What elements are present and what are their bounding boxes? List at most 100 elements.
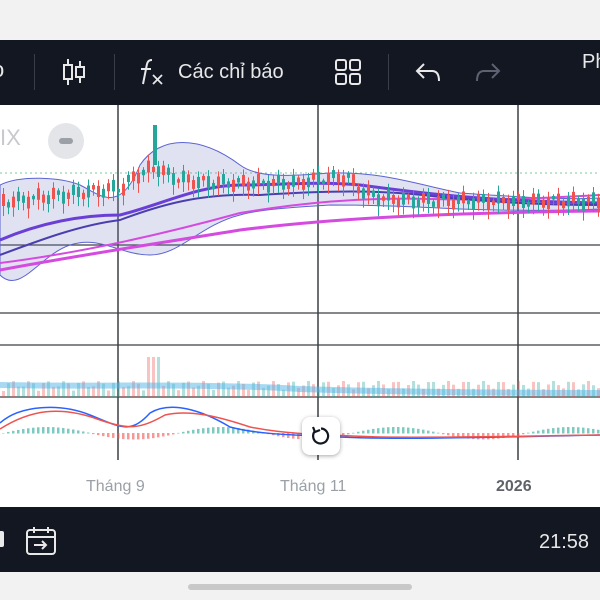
candle-body: [592, 192, 595, 204]
candle-body: [542, 199, 545, 208]
macd-histogram-bar: [402, 427, 405, 434]
macd-histogram-bar: [42, 427, 45, 434]
candle-body: [87, 185, 90, 198]
candle-body: [252, 180, 255, 189]
macd-histogram-bar: [172, 433, 175, 435]
candle-body: [37, 188, 40, 200]
candle-body: [22, 195, 25, 203]
candle-body: [357, 187, 360, 194]
candle-body: [227, 181, 230, 188]
macd-histogram-bar: [557, 427, 560, 434]
candle-body: [302, 179, 305, 190]
volume-bar: [192, 387, 195, 397]
candle-body: [582, 198, 585, 211]
goto-date-button[interactable]: [24, 523, 60, 559]
macd-histogram-bar: [377, 428, 380, 434]
candle-body: [307, 177, 310, 188]
candle-body: [242, 174, 245, 187]
undo-button[interactable]: [410, 54, 446, 90]
calendar-goto-icon: [26, 527, 56, 555]
candle-body: [27, 196, 30, 209]
macd-histogram-bar: [152, 433, 155, 439]
macd-histogram-bar: [227, 427, 230, 434]
macd-histogram-bar: [347, 433, 350, 435]
candle-body: [222, 174, 225, 185]
candle-body: [117, 188, 120, 193]
candle-body: [102, 188, 105, 198]
minus-icon: [59, 138, 73, 144]
macd-histogram-bar: [572, 427, 575, 434]
candle-body: [42, 194, 45, 203]
candle-body: [157, 166, 160, 177]
toolbar-edge-text[interactable]: o: [0, 57, 4, 83]
candle-body: [367, 185, 370, 196]
candle-body: [497, 191, 500, 204]
chart-area[interactable]: IX: [0, 105, 600, 507]
candle-body: [162, 165, 165, 176]
candle-body: [107, 183, 110, 192]
macd-histogram-bar: [597, 429, 600, 434]
indicators-label: Các chỉ báo: [178, 60, 284, 83]
candle-body: [502, 196, 505, 204]
macd-histogram-bar: [522, 433, 525, 435]
candle-body: [522, 196, 525, 208]
candle-body: [12, 196, 15, 208]
macd-histogram-bar: [367, 429, 370, 434]
candle-body: [492, 200, 495, 206]
volume-bar: [157, 357, 160, 397]
home-indicator-area: [0, 572, 600, 600]
macd-histogram-bar: [222, 427, 225, 434]
reset-chart-button[interactable]: [302, 417, 340, 455]
candle-body: [387, 189, 390, 201]
candle-body: [562, 201, 565, 209]
candle-body: [422, 193, 425, 203]
candle-body: [362, 188, 365, 199]
macd-histogram-bar: [527, 432, 530, 434]
macd-histogram-bar: [427, 430, 430, 434]
toolbar-right-cut-label[interactable]: Ph: [582, 51, 600, 74]
candle-body: [287, 183, 290, 190]
macd-histogram-bar: [417, 428, 420, 434]
candle-body: [202, 175, 205, 181]
candle-body: [342, 175, 345, 187]
layout-button[interactable]: [330, 54, 366, 90]
volume-bar: [2, 391, 5, 397]
candle-body: [147, 160, 150, 173]
home-indicator[interactable]: [188, 584, 412, 590]
candle-body: [52, 187, 55, 199]
macd-histogram-bar: [52, 427, 55, 434]
volume-bar: [72, 390, 75, 397]
redo-icon: [476, 63, 501, 82]
x-axis-label-2026: 2026: [496, 478, 532, 495]
candlestick-icon: [63, 59, 85, 85]
candle-body: [137, 172, 140, 184]
candle-body: [272, 179, 275, 187]
candle-body: [7, 202, 10, 208]
candle-body: [327, 172, 330, 185]
candle-body-spike: [153, 125, 157, 165]
indicators-button[interactable]: Các chỉ báo: [136, 52, 284, 92]
macd-histogram-bar: [32, 427, 35, 434]
macd-histogram-bar: [447, 433, 450, 436]
macd-histogram-bar: [117, 433, 120, 439]
candle-body: [32, 195, 35, 200]
macd-histogram-bar: [357, 431, 360, 434]
price-chart[interactable]: [0, 105, 600, 507]
macd-histogram-bar: [57, 427, 60, 434]
symbol-watermark: IX: [0, 125, 21, 150]
toolbar-separator: [114, 54, 115, 90]
chart-type-button[interactable]: [56, 54, 92, 90]
candle-body: [587, 196, 590, 203]
x-axis-label-sep: Tháng 9: [86, 478, 145, 495]
watermark-minus-button[interactable]: [48, 123, 84, 159]
macd-histogram-bar: [287, 433, 290, 438]
macd-histogram-bar: [452, 433, 455, 437]
candle-body: [467, 200, 470, 205]
candle-body: [72, 184, 75, 195]
macd-histogram-bar: [102, 433, 105, 437]
macd-histogram-bar: [112, 433, 115, 438]
volume-bar: [37, 390, 40, 397]
chart-toolbar: o Các chỉ báo: [0, 40, 600, 105]
candle-body: [197, 176, 200, 189]
redo-button[interactable]: [470, 54, 506, 90]
